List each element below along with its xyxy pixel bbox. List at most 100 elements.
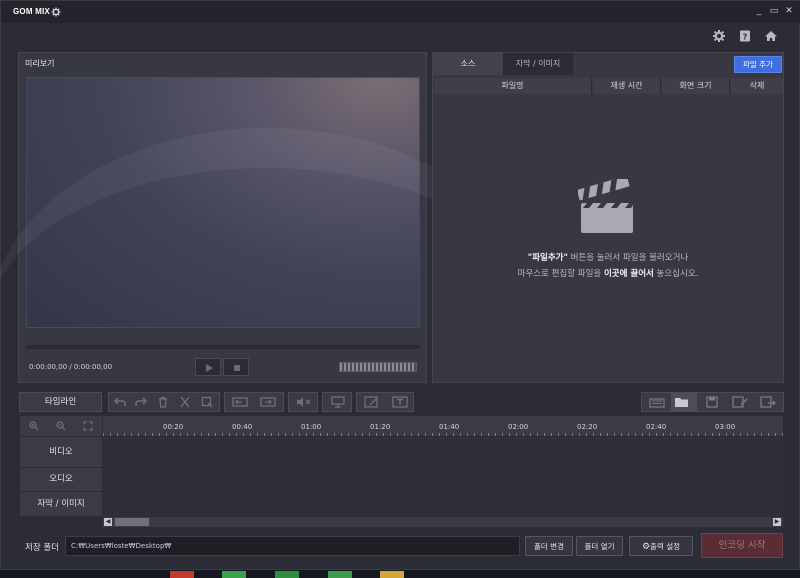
preview-volume-meter[interactable] <box>339 362 417 372</box>
crop-button[interactable] <box>198 393 216 411</box>
empty-hint-bold-2: 이곳에 끌어서 <box>603 269 654 279</box>
preview-time: 0:00:00,00 / 0:00:00,00 <box>29 363 113 371</box>
scroll-left-icon[interactable]: ◀ <box>104 518 112 526</box>
cut-button[interactable] <box>176 393 194 411</box>
zoom-controls <box>20 416 102 436</box>
taskbar-app-icon[interactable] <box>170 571 194 578</box>
ruler-tick-label: 02:40 <box>646 423 667 431</box>
redo-icon <box>135 397 147 406</box>
track-audio[interactable] <box>103 468 783 491</box>
snapshot-button[interactable] <box>327 393 349 411</box>
save-project-button[interactable] <box>701 393 723 411</box>
play-icon <box>206 364 213 372</box>
crop-icon <box>201 396 213 408</box>
zoom-in-icon[interactable] <box>29 421 39 431</box>
track-video[interactable] <box>103 437 783 467</box>
clapperboard-icon <box>578 179 633 233</box>
ruler-tick-label: 01:40 <box>439 423 460 431</box>
save-as-button[interactable] <box>729 393 751 411</box>
timeline-label: 타임라인 <box>19 392 102 412</box>
ruler-tick-label: 00:40 <box>232 423 253 431</box>
stop-button[interactable] <box>223 358 249 376</box>
split-right-icon <box>260 397 276 407</box>
mute-icon <box>297 397 311 407</box>
empty-hint-text-1: 버튼을 눌러서 파일을 불러오거나 <box>567 253 689 263</box>
start-encoding-button[interactable]: 인코딩 시작 <box>701 533 783 558</box>
play-button[interactable] <box>195 358 221 376</box>
column-duration[interactable]: 재생 시간 <box>593 78 661 94</box>
stop-icon <box>234 365 240 371</box>
ruler-tick-label: 01:20 <box>370 423 391 431</box>
tab-subtitle-image[interactable]: 자막 / 이미지 <box>503 53 573 75</box>
taskbar-app-icon[interactable] <box>275 571 299 578</box>
undo-button[interactable] <box>111 393 129 411</box>
output-settings-label: 출력 설정 <box>650 542 681 551</box>
settings-icon[interactable] <box>712 29 726 43</box>
save-folder-path[interactable]: C:₩Users₩loste₩Desktop₩ <box>65 536 520 556</box>
preview-panel: 미리보기 0:00:00,00 / 0:00:00,00 <box>0 52 547 383</box>
empty-hint-line1: "파일추가" 버튼을 눌러서 파일을 불러오거나 <box>433 251 783 263</box>
scissors-icon <box>180 396 190 408</box>
column-resolution[interactable]: 화면 크기 <box>662 78 730 94</box>
minimize-button[interactable]: _ <box>753 5 765 17</box>
scroll-right-icon[interactable]: ▶ <box>773 518 781 526</box>
add-file-button[interactable]: 파일 추가 <box>734 56 782 73</box>
close-button[interactable]: ✕ <box>783 5 795 17</box>
folder-open-icon <box>675 398 688 407</box>
split-right-button[interactable] <box>257 393 279 411</box>
preview-progress-bar[interactable] <box>26 345 420 349</box>
fit-icon[interactable] <box>83 421 93 431</box>
empty-hint-line2: 마우스로 편집할 파일을 이곳에 끌어서 놓으십시오. <box>433 267 783 279</box>
app-window: GOM MIX _ ▭ ✕ ? 미리보기 0:00:00,00 / 0:00:0… <box>0 0 800 570</box>
open-folder-path-button[interactable]: 폴더 열기 <box>576 536 623 556</box>
scroll-thumb[interactable] <box>115 518 149 526</box>
taskbar-app-icon[interactable] <box>328 571 352 578</box>
title-gear-icon[interactable] <box>51 7 61 17</box>
app-title: GOM MIX <box>13 7 50 16</box>
timeline-view-button[interactable] <box>646 393 668 411</box>
maximize-button[interactable]: ▭ <box>768 5 780 17</box>
preview-title: 미리보기 <box>25 59 55 68</box>
column-filename[interactable]: 파일명 <box>434 78 592 94</box>
output-settings-button[interactable]: ⚙출력 설정 <box>629 536 693 556</box>
tab-source[interactable]: 소스 <box>433 53 503 75</box>
undo-icon <box>114 397 126 406</box>
empty-hint-text-2a: 마우스로 편집할 파일을 <box>517 269 604 279</box>
empty-hint-bold-1: "파일추가" <box>527 253 568 263</box>
split-left-icon <box>232 397 248 407</box>
trash-icon <box>159 396 167 408</box>
timeline-scrollbar[interactable]: ◀ ▶ <box>103 517 783 527</box>
change-folder-button[interactable]: 폴더 변경 <box>525 536 573 556</box>
mute-button[interactable] <box>293 393 315 411</box>
home-icon[interactable] <box>764 29 778 43</box>
ruler-tick-label: 01:00 <box>301 423 322 431</box>
track-label-video: 비디오 <box>20 437 102 467</box>
text-box-button[interactable] <box>389 393 411 411</box>
svg-text:?: ? <box>743 33 748 42</box>
column-delete[interactable]: 삭제 <box>731 78 783 94</box>
save-icon <box>706 396 718 408</box>
help-icon[interactable]: ? <box>738 29 752 43</box>
delete-button[interactable] <box>154 393 172 411</box>
text-edit-icon <box>364 396 378 408</box>
export-project-button[interactable] <box>757 393 779 411</box>
ruler-tick-label: 03:00 <box>715 423 736 431</box>
redo-button[interactable] <box>132 393 150 411</box>
text-box-icon <box>392 396 408 408</box>
ruler-tick-label: 02:20 <box>577 423 598 431</box>
ruler-tick-label: 00:20 <box>163 423 184 431</box>
title-bar: GOM MIX _ ▭ ✕ <box>1 1 800 23</box>
track-subtitle[interactable] <box>103 492 783 516</box>
timeline-view-icon <box>649 398 665 408</box>
split-left-button[interactable] <box>229 393 251 411</box>
track-label-audio: 오디오 <box>20 468 102 491</box>
open-folder-button[interactable] <box>671 393 697 411</box>
ruler-tick-label: 02:00 <box>508 423 529 431</box>
text-edit-button[interactable] <box>361 393 383 411</box>
taskbar-app-icon[interactable] <box>222 571 246 578</box>
zoom-out-icon[interactable] <box>56 421 66 431</box>
taskbar-app-icon[interactable] <box>380 571 404 578</box>
snapshot-icon <box>331 396 345 408</box>
source-panel: 소스 자막 / 이미지 파일 추가 파일명 재생 시간 화면 크기 삭제 "파일… <box>432 52 784 383</box>
preview-screen <box>0 77 547 328</box>
